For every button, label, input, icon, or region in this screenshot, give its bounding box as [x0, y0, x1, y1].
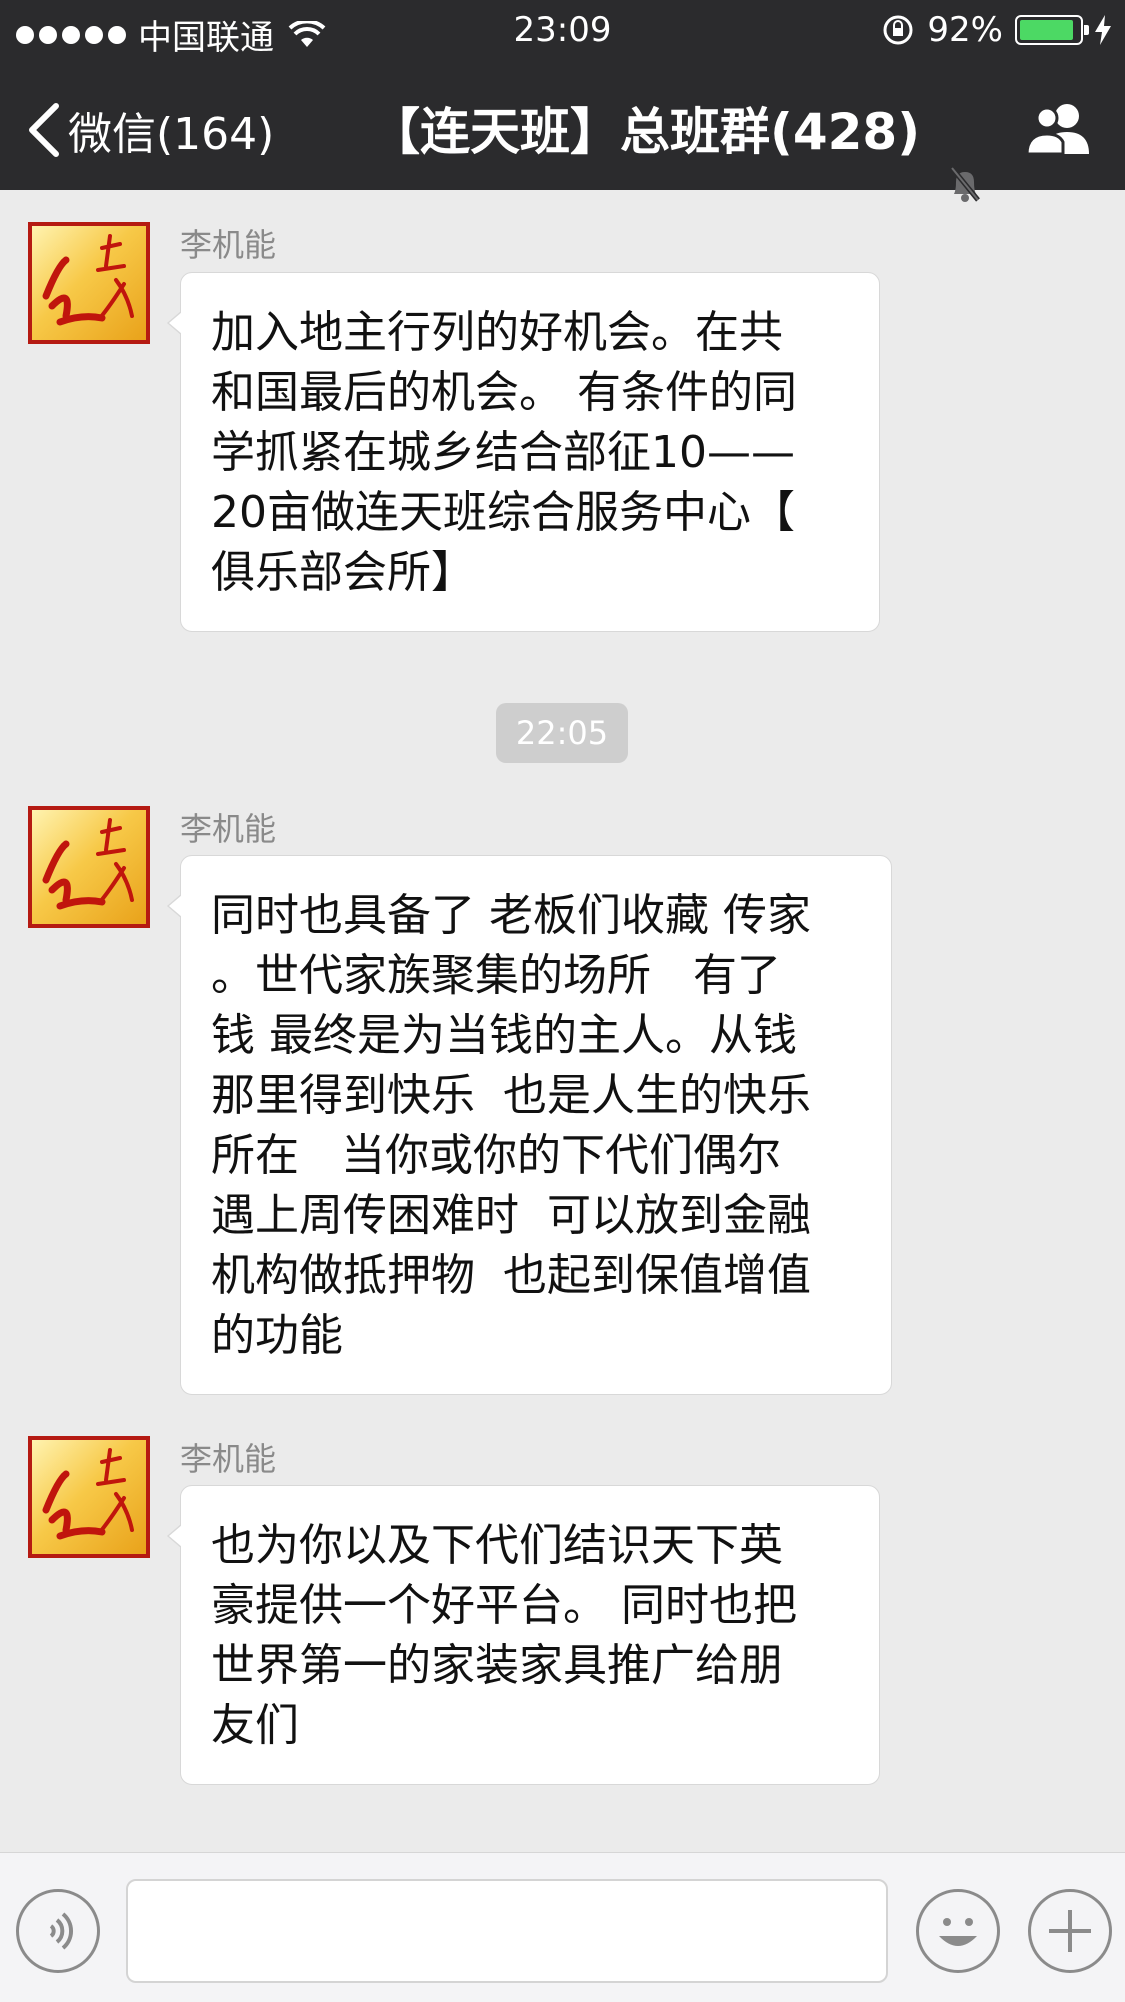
chevron-left-icon [29, 103, 59, 157]
message-bubble[interactable]: 同时也具备了 老板们收藏 传家 。世代家族聚集的场所 有了 钱 最终是为当钱的主… [167, 855, 892, 1395]
message-line: 所在 当你或你的下代们偶尔 [211, 1130, 781, 1181]
avatar-calligraphy-image [42, 1448, 134, 1540]
message-line: 钱 最终是为当钱的主人。从钱 [211, 1010, 797, 1061]
message-line: 也为你以及下代们结识天下英 [211, 1520, 783, 1571]
emoji-icon [939, 1918, 977, 1946]
avatar[interactable] [28, 806, 150, 928]
message-line: 和国最后的机会。 有条件的同 [211, 367, 797, 418]
battery-icon [1015, 15, 1089, 45]
avatar[interactable] [28, 1436, 150, 1558]
message-line: 友们 [211, 1700, 299, 1751]
message-bubble[interactable]: 加入地主行列的好机会。在共 和国最后的机会。 有条件的同 学抓紧在城乡结合部征1… [167, 272, 880, 632]
group-members-icon[interactable] [1023, 100, 1093, 156]
message-line: 俱乐部会所】 [211, 547, 475, 598]
message-bubble[interactable]: 也为你以及下代们结识天下英 豪提供一个好平台。 同时也把 世界第一的家装家具推广… [167, 1485, 880, 1785]
back-button[interactable]: 微信(164) [26, 98, 274, 162]
charging-bolt-icon [1095, 15, 1111, 45]
message-line: 机构做抵押物 也起到保值增值 [211, 1250, 811, 1301]
avatar[interactable] [28, 222, 150, 344]
chat-title: 【连天班】总班群(428) [370, 103, 921, 161]
status-bar: 中国联通 23:09 92% [0, 0, 1125, 60]
message-line: 20亩做连天班综合服务中心【 [211, 487, 795, 538]
message-line: 。世代家族聚集的场所 有了 [211, 950, 781, 1001]
message-line: 同时也具备了 老板们收藏 传家 [211, 890, 811, 941]
message-line: 的功能 [211, 1310, 343, 1361]
message-line: 世界第一的家装家具推广给朋 [211, 1640, 783, 1691]
avatar-calligraphy-image [42, 818, 134, 910]
sender-name: 李机能 [180, 226, 277, 264]
message-line: 豪提供一个好平台。 同时也把 [211, 1580, 797, 1631]
sender-name: 李机能 [180, 1440, 277, 1478]
message-line: 学抓紧在城乡结合部征10—— [211, 427, 795, 478]
message-line: 加入地主行列的好机会。在共 [211, 307, 783, 358]
back-label: 微信(164) [68, 109, 275, 160]
voice-icon [49, 1912, 74, 1950]
plus-icon [1049, 1910, 1091, 1952]
more-button[interactable] [1028, 1889, 1112, 1973]
rotation-lock-icon [883, 15, 913, 45]
time-divider: 22:05 [496, 703, 628, 763]
message-input[interactable] [126, 1879, 888, 1983]
chat-input-bar [0, 1852, 1125, 2002]
message-line: 那里得到快乐 也是人生的快乐 [211, 1070, 811, 1121]
emoji-button[interactable] [916, 1889, 1000, 1973]
avatar-calligraphy-image [42, 234, 134, 326]
battery-percent: 92% [927, 10, 1003, 50]
status-right: 92% [881, 10, 1111, 50]
chat-header: 微信(164) 【连天班】总班群(428) [0, 60, 1125, 202]
sender-name: 李机能 [180, 810, 277, 848]
bell-slash-icon [950, 166, 980, 202]
battery-fill [1020, 20, 1073, 40]
message-line: 遇上周传困难时 可以放到金融 [211, 1190, 811, 1241]
voice-button[interactable] [16, 1889, 100, 1973]
